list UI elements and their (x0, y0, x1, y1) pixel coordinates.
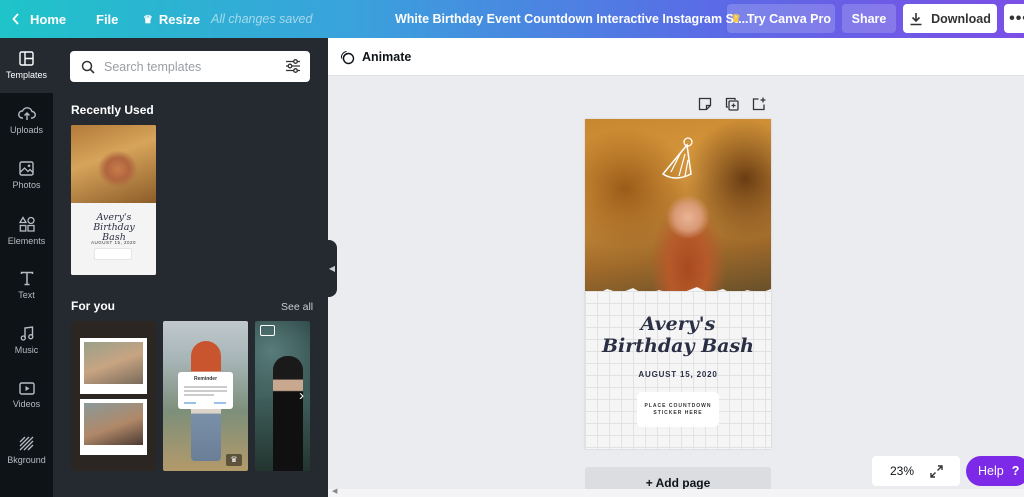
horizontal-scrollbar[interactable]: ◀ (328, 487, 1024, 497)
chevron-left-icon: ◀ (328, 264, 336, 273)
search-input[interactable] (104, 59, 274, 74)
nav-elements[interactable]: Elements (0, 203, 53, 258)
download-button[interactable]: Download (903, 4, 997, 33)
resize-button[interactable]: ♛ Resize (143, 0, 200, 38)
try-pro-label: Try Canva Pro (746, 11, 831, 26)
nav-uploads[interactable]: Uploads (0, 93, 53, 148)
left-nav: Templates Uploads Photos Elements Text M… (0, 38, 53, 497)
document-title[interactable]: White Birthday Event Countdown Interacti… (395, 0, 749, 38)
nav-label: Uploads (9, 125, 44, 135)
templates-icon (19, 51, 34, 66)
help-label: Help (978, 464, 1004, 478)
nav-label: Music (14, 345, 39, 355)
card-line (184, 390, 227, 392)
crown-icon: ♛ (226, 454, 242, 466)
template-person (273, 356, 303, 471)
zoom-level[interactable]: 23% (890, 464, 914, 478)
countdown-sticker-placeholder[interactable]: PLACE COUNTDOWN STICKER HERE (637, 392, 719, 427)
see-all-link[interactable]: See all (281, 301, 313, 313)
design-title-line: Birthday Bash (601, 335, 754, 357)
nav-label: Elements (7, 235, 46, 246)
elements-icon (18, 215, 35, 232)
video-icon (18, 382, 35, 395)
search-box[interactable] (70, 51, 310, 82)
notes-icon[interactable] (698, 97, 712, 111)
nav-text[interactable]: Text (0, 258, 53, 313)
collapse-panel-button[interactable]: ◀ (327, 240, 337, 297)
nav-label: Templates (5, 70, 48, 80)
nav-music[interactable]: Music (0, 313, 53, 368)
polaroid-photo (80, 338, 147, 394)
file-menu-button[interactable]: File (96, 0, 118, 38)
music-icon (20, 326, 33, 341)
recently-used-heading: Recently Used (71, 103, 154, 117)
chevron-left-icon (12, 13, 19, 25)
upload-icon (17, 107, 36, 120)
share-button[interactable]: Share (842, 4, 896, 33)
animate-icon (340, 50, 355, 64)
add-page-icon[interactable] (752, 97, 766, 111)
text-icon (20, 271, 33, 286)
photo-icon (19, 161, 34, 176)
reminder-title: Reminder (193, 376, 218, 382)
crown-icon: ♛ (731, 13, 741, 25)
nav-background[interactable]: Bkground (0, 423, 53, 478)
templates-panel: Recently Used Avery's Birthday Bash AUGU… (53, 38, 328, 497)
template-photo (71, 125, 156, 205)
duplicate-page-icon[interactable] (725, 97, 739, 111)
template-date: AUGUST 15, 2020 (91, 240, 136, 245)
background-icon (19, 436, 34, 451)
party-hat-illustration (661, 137, 693, 179)
file-label: File (96, 11, 119, 27)
home-label: Home (30, 11, 67, 27)
zoom-control[interactable]: 23% (872, 456, 960, 486)
share-label: Share (851, 11, 887, 26)
card-line (184, 402, 196, 404)
video-badge-icon (260, 325, 275, 336)
polaroid-photo (80, 399, 147, 455)
nav-label: Bkground (7, 455, 46, 465)
filter-icon[interactable] (285, 58, 301, 74)
nav-label: Photos (12, 180, 41, 190)
design-title[interactable]: Avery's Birthday Bash (585, 313, 771, 357)
save-status: All changes saved (211, 12, 313, 26)
search-icon (81, 60, 95, 74)
reminder-card: Reminder (178, 372, 233, 409)
question-icon: ? (1011, 464, 1020, 478)
card-line (214, 402, 226, 404)
design-page[interactable]: Avery's Birthday Bash AUGUST 15, 2020 PL… (585, 119, 771, 449)
card-line (184, 386, 227, 388)
more-icon: ••• (1009, 9, 1024, 27)
for-you-heading: For you (71, 299, 115, 313)
home-button[interactable]: Home (12, 0, 66, 38)
template-thumbnail-polaroid[interactable] (71, 321, 156, 471)
recent-template-thumbnail[interactable]: Avery's Birthday Bash AUGUST 15, 2020 (71, 125, 156, 275)
top-bar: Home File ♛ Resize All changes saved Whi… (0, 0, 1024, 38)
nav-templates[interactable]: Templates (0, 38, 53, 93)
download-label: Download (931, 11, 991, 26)
scroll-left-icon[interactable]: ◀ (332, 487, 337, 495)
animate-button[interactable]: Animate (340, 38, 411, 76)
crown-icon: ♛ (143, 13, 153, 26)
nav-label: Text (18, 290, 35, 300)
animate-label: Animate (362, 50, 412, 64)
template-title: Avery's Birthday Bash (93, 212, 135, 243)
nav-videos[interactable]: Videos (0, 368, 53, 423)
help-button[interactable]: Help ? (966, 456, 1024, 486)
card-line (184, 394, 214, 396)
design-date[interactable]: AUGUST 15, 2020 (585, 370, 771, 379)
nav-photos[interactable]: Photos (0, 148, 53, 203)
template-thumbnail-reminder[interactable]: Reminder ♛ (163, 321, 248, 471)
nav-label: Videos (12, 399, 41, 409)
chevron-right-icon[interactable]: › (299, 387, 304, 404)
fullscreen-icon[interactable] (930, 464, 943, 478)
try-canva-pro-button[interactable]: ♛ Try Canva Pro (727, 4, 835, 33)
more-options-button[interactable]: ••• (1004, 4, 1024, 33)
template-sticker-box (94, 248, 132, 260)
editor-toolbar: Animate (328, 38, 1024, 76)
resize-label: Resize (158, 11, 201, 27)
download-icon (910, 12, 922, 25)
design-title-line: Avery's (640, 313, 716, 335)
